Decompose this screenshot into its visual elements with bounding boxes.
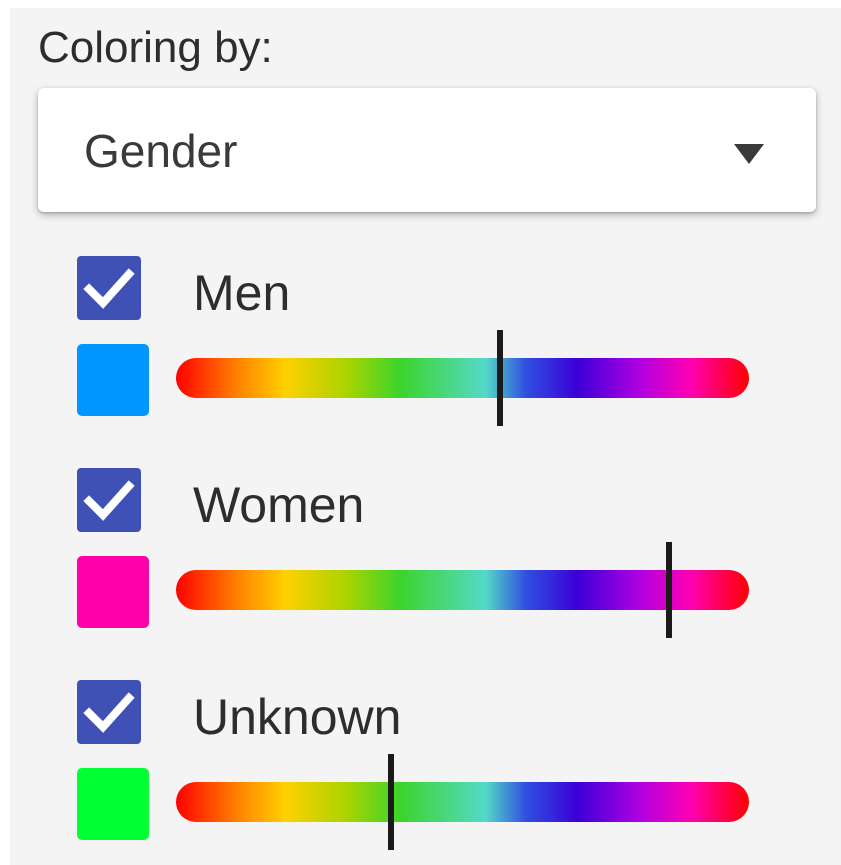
coloring-attribute-select[interactable]: Gender (38, 88, 816, 212)
checkmark-icon (83, 692, 135, 733)
unknown-hue-thumb[interactable] (387, 754, 394, 850)
women-checkbox[interactable] (77, 468, 141, 532)
coloring-by-heading: Coloring by: (38, 23, 273, 72)
men-checkbox[interactable] (77, 256, 141, 320)
women-label: Women (193, 477, 365, 533)
hue-track (176, 782, 749, 822)
group-unknown: Unknown (0, 680, 841, 860)
group-women: Women (0, 468, 841, 648)
group-men: Men (0, 256, 841, 436)
women-hue-thumb[interactable] (665, 542, 672, 638)
unknown-checkbox[interactable] (77, 680, 141, 744)
triangle-down-icon (734, 144, 764, 164)
men-color-swatch[interactable] (77, 344, 149, 416)
men-hue-slider[interactable] (176, 330, 749, 426)
unknown-hue-slider[interactable] (176, 754, 749, 850)
checkmark-icon (83, 480, 135, 521)
unknown-label: Unknown (193, 689, 402, 745)
women-hue-slider[interactable] (176, 542, 749, 638)
unknown-color-swatch[interactable] (77, 768, 149, 840)
men-hue-thumb[interactable] (496, 330, 503, 426)
checkmark-icon (83, 268, 135, 309)
women-color-swatch[interactable] (77, 556, 149, 628)
men-label: Men (193, 265, 291, 321)
select-value: Gender (84, 125, 238, 177)
hue-track (176, 570, 749, 610)
hue-track (176, 358, 749, 398)
